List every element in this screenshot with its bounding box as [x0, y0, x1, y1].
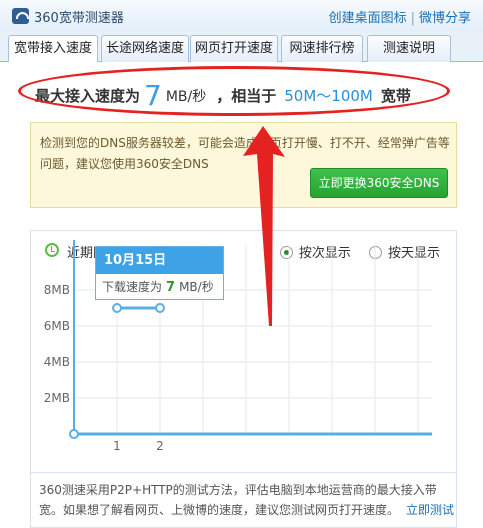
annotation-arrow: [243, 126, 285, 326]
red-arrow-shape: [243, 126, 285, 326]
